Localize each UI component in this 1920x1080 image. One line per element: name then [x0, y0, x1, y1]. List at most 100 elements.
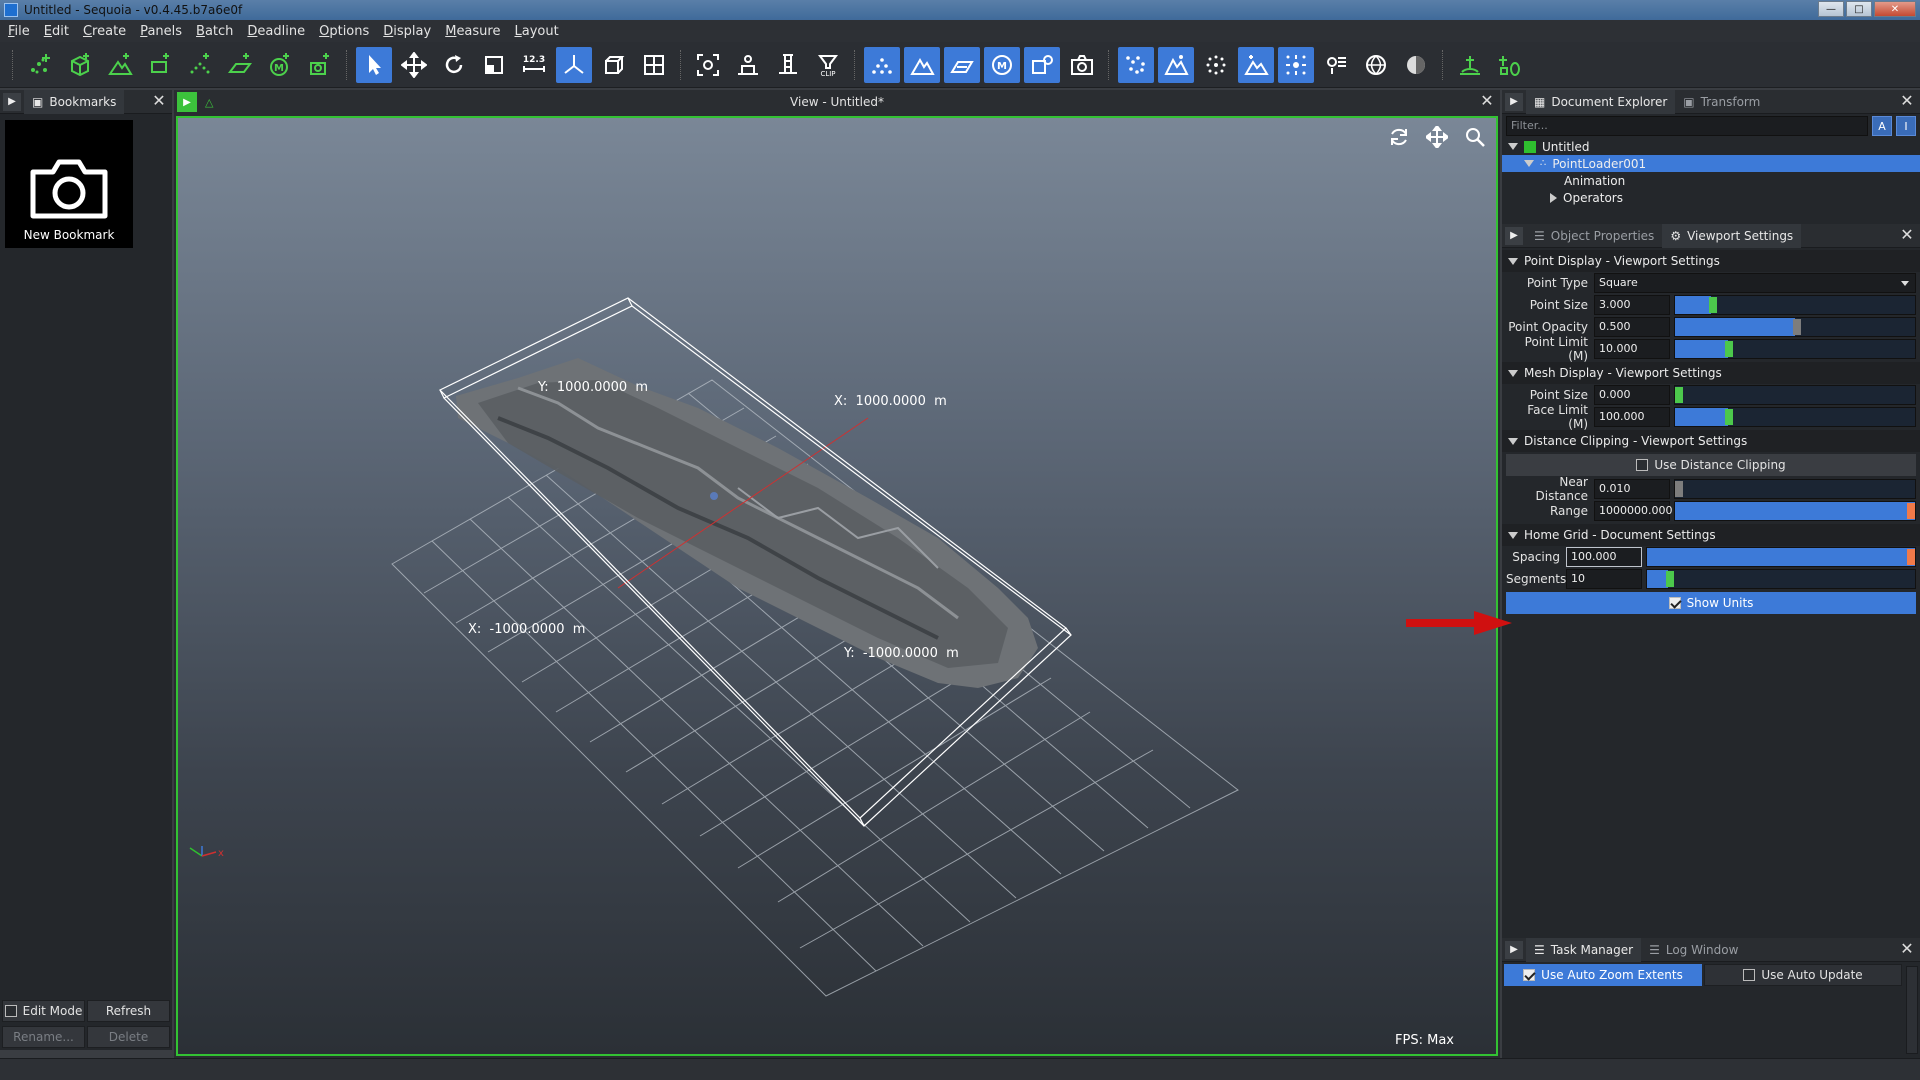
menu-measure[interactable]: Measure	[445, 24, 500, 39]
menu-edit[interactable]: Edit	[44, 24, 69, 39]
m-display-icon[interactable]: M	[984, 46, 1020, 83]
axis-tool-icon[interactable]	[556, 46, 592, 83]
sparkle-points-icon[interactable]	[1198, 47, 1234, 83]
filter-a-button[interactable]: A	[1872, 116, 1892, 136]
edit-mode-check[interactable]	[4, 1005, 17, 1017]
close-window-button[interactable]: ✕	[1874, 1, 1916, 17]
spacing-slider[interactable]	[1646, 547, 1916, 567]
rotate-tool-icon[interactable]	[436, 47, 472, 83]
section-arrow-icon[interactable]	[1508, 369, 1518, 377]
show-units-toggle[interactable]: Show Units	[1506, 592, 1916, 614]
globe-icon[interactable]	[1358, 47, 1394, 83]
create-plane-icon[interactable]	[222, 47, 258, 83]
create-m-icon[interactable]: M	[262, 47, 298, 83]
tab-bookmarks[interactable]: ▣ Bookmarks	[24, 89, 125, 114]
focus-icon[interactable]	[690, 47, 726, 83]
point-size-field[interactable]: 3.000	[1594, 295, 1670, 315]
scene-canvas[interactable]: x	[178, 118, 1496, 1054]
segments-slider[interactable]	[1646, 569, 1916, 589]
point-limit-field[interactable]: 10.000	[1594, 339, 1670, 359]
add-pin-icon[interactable]	[1452, 47, 1488, 83]
light-icon[interactable]	[1238, 46, 1274, 83]
menu-deadline[interactable]: Deadline	[247, 24, 305, 39]
tab-task-manager[interactable]: ☰ Task Manager	[1526, 937, 1642, 962]
close-viewport-icon[interactable]: ✕	[1478, 93, 1496, 111]
use-distance-clipping-check[interactable]	[1636, 459, 1649, 471]
tab-document-explorer[interactable]: ▦ Document Explorer	[1526, 89, 1676, 114]
tab-log-window[interactable]: ☰ Log Window	[1641, 938, 1746, 962]
lamp-icon[interactable]	[1318, 47, 1354, 83]
section-point-display[interactable]: Point Display - Viewport Settings	[1502, 250, 1920, 272]
auto-zoom-check[interactable]	[1523, 969, 1536, 981]
point-limit-slider[interactable]	[1674, 339, 1916, 359]
tab-viewport-settings[interactable]: ⚙ Viewport Settings	[1662, 223, 1802, 248]
people-icon[interactable]	[730, 47, 766, 83]
create-mesh-icon[interactable]	[102, 47, 138, 83]
near-distance-slider[interactable]	[1674, 479, 1916, 499]
menu-file[interactable]: File	[8, 24, 30, 39]
terrain-icon[interactable]	[1158, 46, 1194, 83]
close-settings-icon[interactable]: ✕	[1898, 227, 1916, 245]
auto-zoom-toggle[interactable]: Use Auto Zoom Extents	[1504, 964, 1702, 986]
tree-item-untitled[interactable]: Untitled	[1502, 138, 1920, 155]
segments-field[interactable]: 10	[1566, 569, 1642, 589]
range-field[interactable]: 1000000.000	[1594, 501, 1672, 521]
clip-icon[interactable]: CLIP	[810, 47, 846, 83]
collapse-arrow-icon[interactable]	[1550, 192, 1557, 203]
section-home-grid[interactable]: Home Grid - Document Settings	[1502, 524, 1920, 546]
point-size-slider[interactable]	[1674, 295, 1916, 315]
panel-toggle-icon[interactable]: ▶	[1505, 92, 1523, 111]
camera-display-icon[interactable]	[1064, 47, 1100, 83]
mesh-point-size-slider[interactable]	[1674, 385, 1916, 405]
rename-button[interactable]: Rename...	[2, 1026, 85, 1048]
create-ml-icon[interactable]	[142, 47, 178, 83]
new-bookmark-tile[interactable]: New Bookmark	[5, 120, 133, 248]
3d-viewport[interactable]: x Y: 1000.0000 m X: 1000.0000 m X: -1000…	[176, 116, 1498, 1056]
add-zero-icon[interactable]	[1492, 47, 1528, 83]
auto-update-check[interactable]	[1743, 969, 1756, 981]
near-distance-field[interactable]: 0.010	[1594, 479, 1670, 499]
section-distance-clipping[interactable]: Distance Clipping - Viewport Settings	[1502, 430, 1920, 452]
delete-button[interactable]: Delete	[87, 1026, 170, 1048]
menu-layout[interactable]: Layout	[514, 24, 558, 39]
filter-i-button[interactable]: I	[1896, 116, 1916, 136]
section-arrow-icon[interactable]	[1508, 257, 1518, 265]
close-document-explorer-icon[interactable]: ✕	[1898, 93, 1916, 111]
select-tool-icon[interactable]	[356, 46, 392, 83]
cube-view-icon[interactable]	[596, 47, 632, 83]
menu-batch[interactable]: Batch	[196, 24, 233, 39]
section-arrow-icon[interactable]	[1508, 531, 1518, 539]
sphere-shade-icon[interactable]	[1398, 47, 1434, 83]
panel-toggle-icon[interactable]: ▶	[1505, 940, 1523, 959]
point-cloud-icon[interactable]	[1118, 46, 1154, 83]
close-task-manager-icon[interactable]: ✕	[1898, 941, 1916, 959]
expand-arrow-icon[interactable]	[1524, 160, 1534, 167]
use-distance-clipping-toggle[interactable]: Use Distance Clipping	[1506, 454, 1916, 476]
expand-arrow-icon[interactable]	[1508, 143, 1518, 150]
scale-tool-icon[interactable]	[476, 47, 512, 83]
menu-create[interactable]: Create	[83, 24, 126, 39]
edit-mode-checkbox[interactable]: Edit Mode	[2, 1000, 85, 1022]
points-display-icon[interactable]	[864, 46, 900, 83]
menu-display[interactable]: Display	[383, 24, 431, 39]
orbit-icon[interactable]	[1386, 124, 1412, 150]
auto-update-toggle[interactable]: Use Auto Update	[1704, 964, 1902, 986]
mesh-point-size-field[interactable]: 0.000	[1594, 385, 1670, 405]
measure-tool-icon[interactable]: 12.3	[516, 47, 552, 83]
zoom-icon[interactable]	[1462, 124, 1488, 150]
close-bookmarks-icon[interactable]: ✕	[150, 93, 168, 111]
section-arrow-icon[interactable]	[1508, 437, 1518, 445]
pan-icon[interactable]	[1424, 124, 1450, 150]
maximize-button[interactable]: □	[1846, 1, 1872, 17]
menu-options[interactable]: Options	[319, 24, 369, 39]
minimize-button[interactable]: —	[1818, 1, 1844, 17]
tab-object-properties[interactable]: ☰ Object Properties	[1526, 224, 1662, 248]
create-scatter-icon[interactable]	[182, 47, 218, 83]
point-opacity-slider[interactable]	[1674, 317, 1916, 337]
tree-item-animation[interactable]: Animation	[1502, 172, 1920, 189]
refresh-button[interactable]: Refresh	[87, 1000, 170, 1022]
grid-view-icon[interactable]	[636, 47, 672, 83]
face-limit-slider[interactable]	[1674, 407, 1916, 427]
spacing-field[interactable]: 100.000	[1566, 547, 1642, 567]
move-tool-icon[interactable]	[396, 47, 432, 83]
